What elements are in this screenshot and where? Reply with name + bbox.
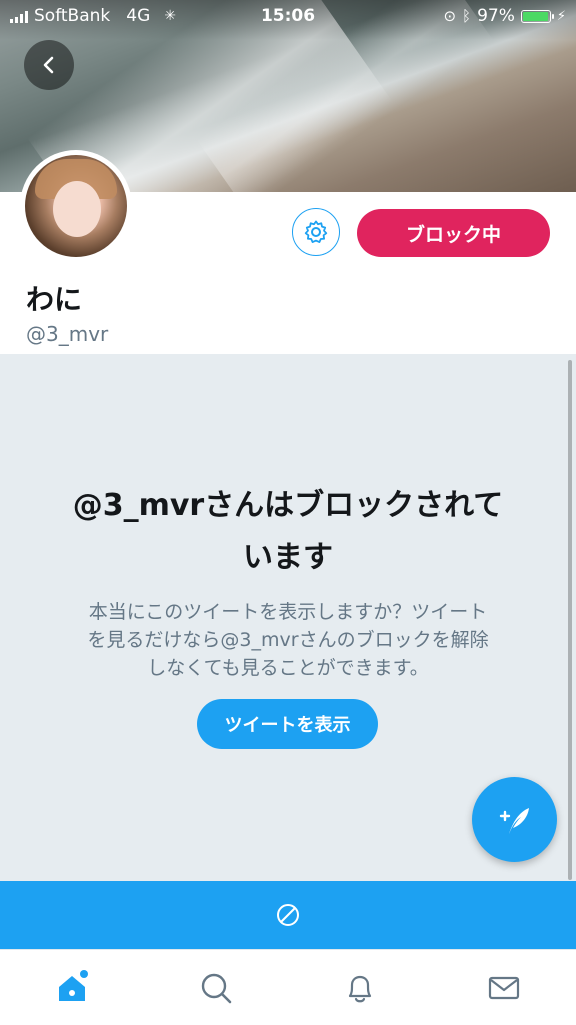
blocked-notice-body: 本当にこのツイートを表示しますか？ツイート を見るだけなら@3_mvrさんのブロ… bbox=[50, 598, 526, 682]
blocked-notice-body-line2: を見るだけなら@3_mvrさんのブロックを解除 bbox=[87, 629, 489, 651]
compose-tweet-button[interactable] bbox=[472, 777, 557, 862]
tab-notifications[interactable] bbox=[340, 968, 380, 1008]
rotation-lock-icon: ⊙ bbox=[443, 7, 457, 25]
search-icon bbox=[201, 973, 232, 1004]
battery-icon bbox=[520, 9, 554, 23]
blocked-notice-title: @3_mvrさんはブロックされて います bbox=[40, 480, 536, 584]
blocked-notice-title-line2: います bbox=[243, 540, 333, 575]
scrollbar[interactable] bbox=[568, 360, 572, 880]
chevron-left-icon bbox=[43, 56, 54, 74]
blocked-notice-body-line3: しなくても見ることができます。 bbox=[147, 657, 429, 679]
bluetooth-icon: ᛒ bbox=[462, 7, 472, 25]
avatar[interactable] bbox=[20, 150, 132, 262]
battery-percent: 97% bbox=[477, 6, 515, 26]
blocked-notice-title-line1: @3_mvrさんはブロックされて bbox=[72, 488, 504, 523]
status-bar: SoftBank 4G ✳ 15:06 ⊙ ᛒ 97% ⚡ bbox=[0, 0, 576, 32]
blocked-button[interactable]: ブロック中 bbox=[357, 209, 550, 257]
bell-icon bbox=[348, 975, 372, 1003]
blocked-notice-body-line1: 本当にこのツイートを表示しますか？ツイート bbox=[88, 601, 488, 623]
compose-tweet-icon bbox=[499, 807, 529, 834]
status-right: ⊙ ᛒ 97% ⚡ bbox=[443, 6, 566, 26]
tab-home[interactable] bbox=[52, 968, 92, 1008]
tab-bar bbox=[0, 949, 576, 1025]
tab-search[interactable] bbox=[196, 968, 236, 1008]
profile-handle: @3_mvr bbox=[26, 322, 109, 346]
charging-icon: ⚡ bbox=[556, 8, 566, 24]
blocked-status-bar bbox=[0, 881, 576, 949]
home-icon bbox=[59, 970, 88, 1001]
show-tweets-button[interactable]: ツイートを表示 bbox=[197, 699, 378, 749]
mail-icon bbox=[488, 976, 520, 1000]
block-icon bbox=[277, 904, 299, 926]
profile-settings-button[interactable] bbox=[292, 208, 340, 256]
tab-messages[interactable] bbox=[484, 968, 524, 1008]
back-button[interactable] bbox=[24, 40, 74, 90]
profile-name: わに bbox=[26, 283, 83, 316]
gear-icon bbox=[304, 220, 328, 243]
